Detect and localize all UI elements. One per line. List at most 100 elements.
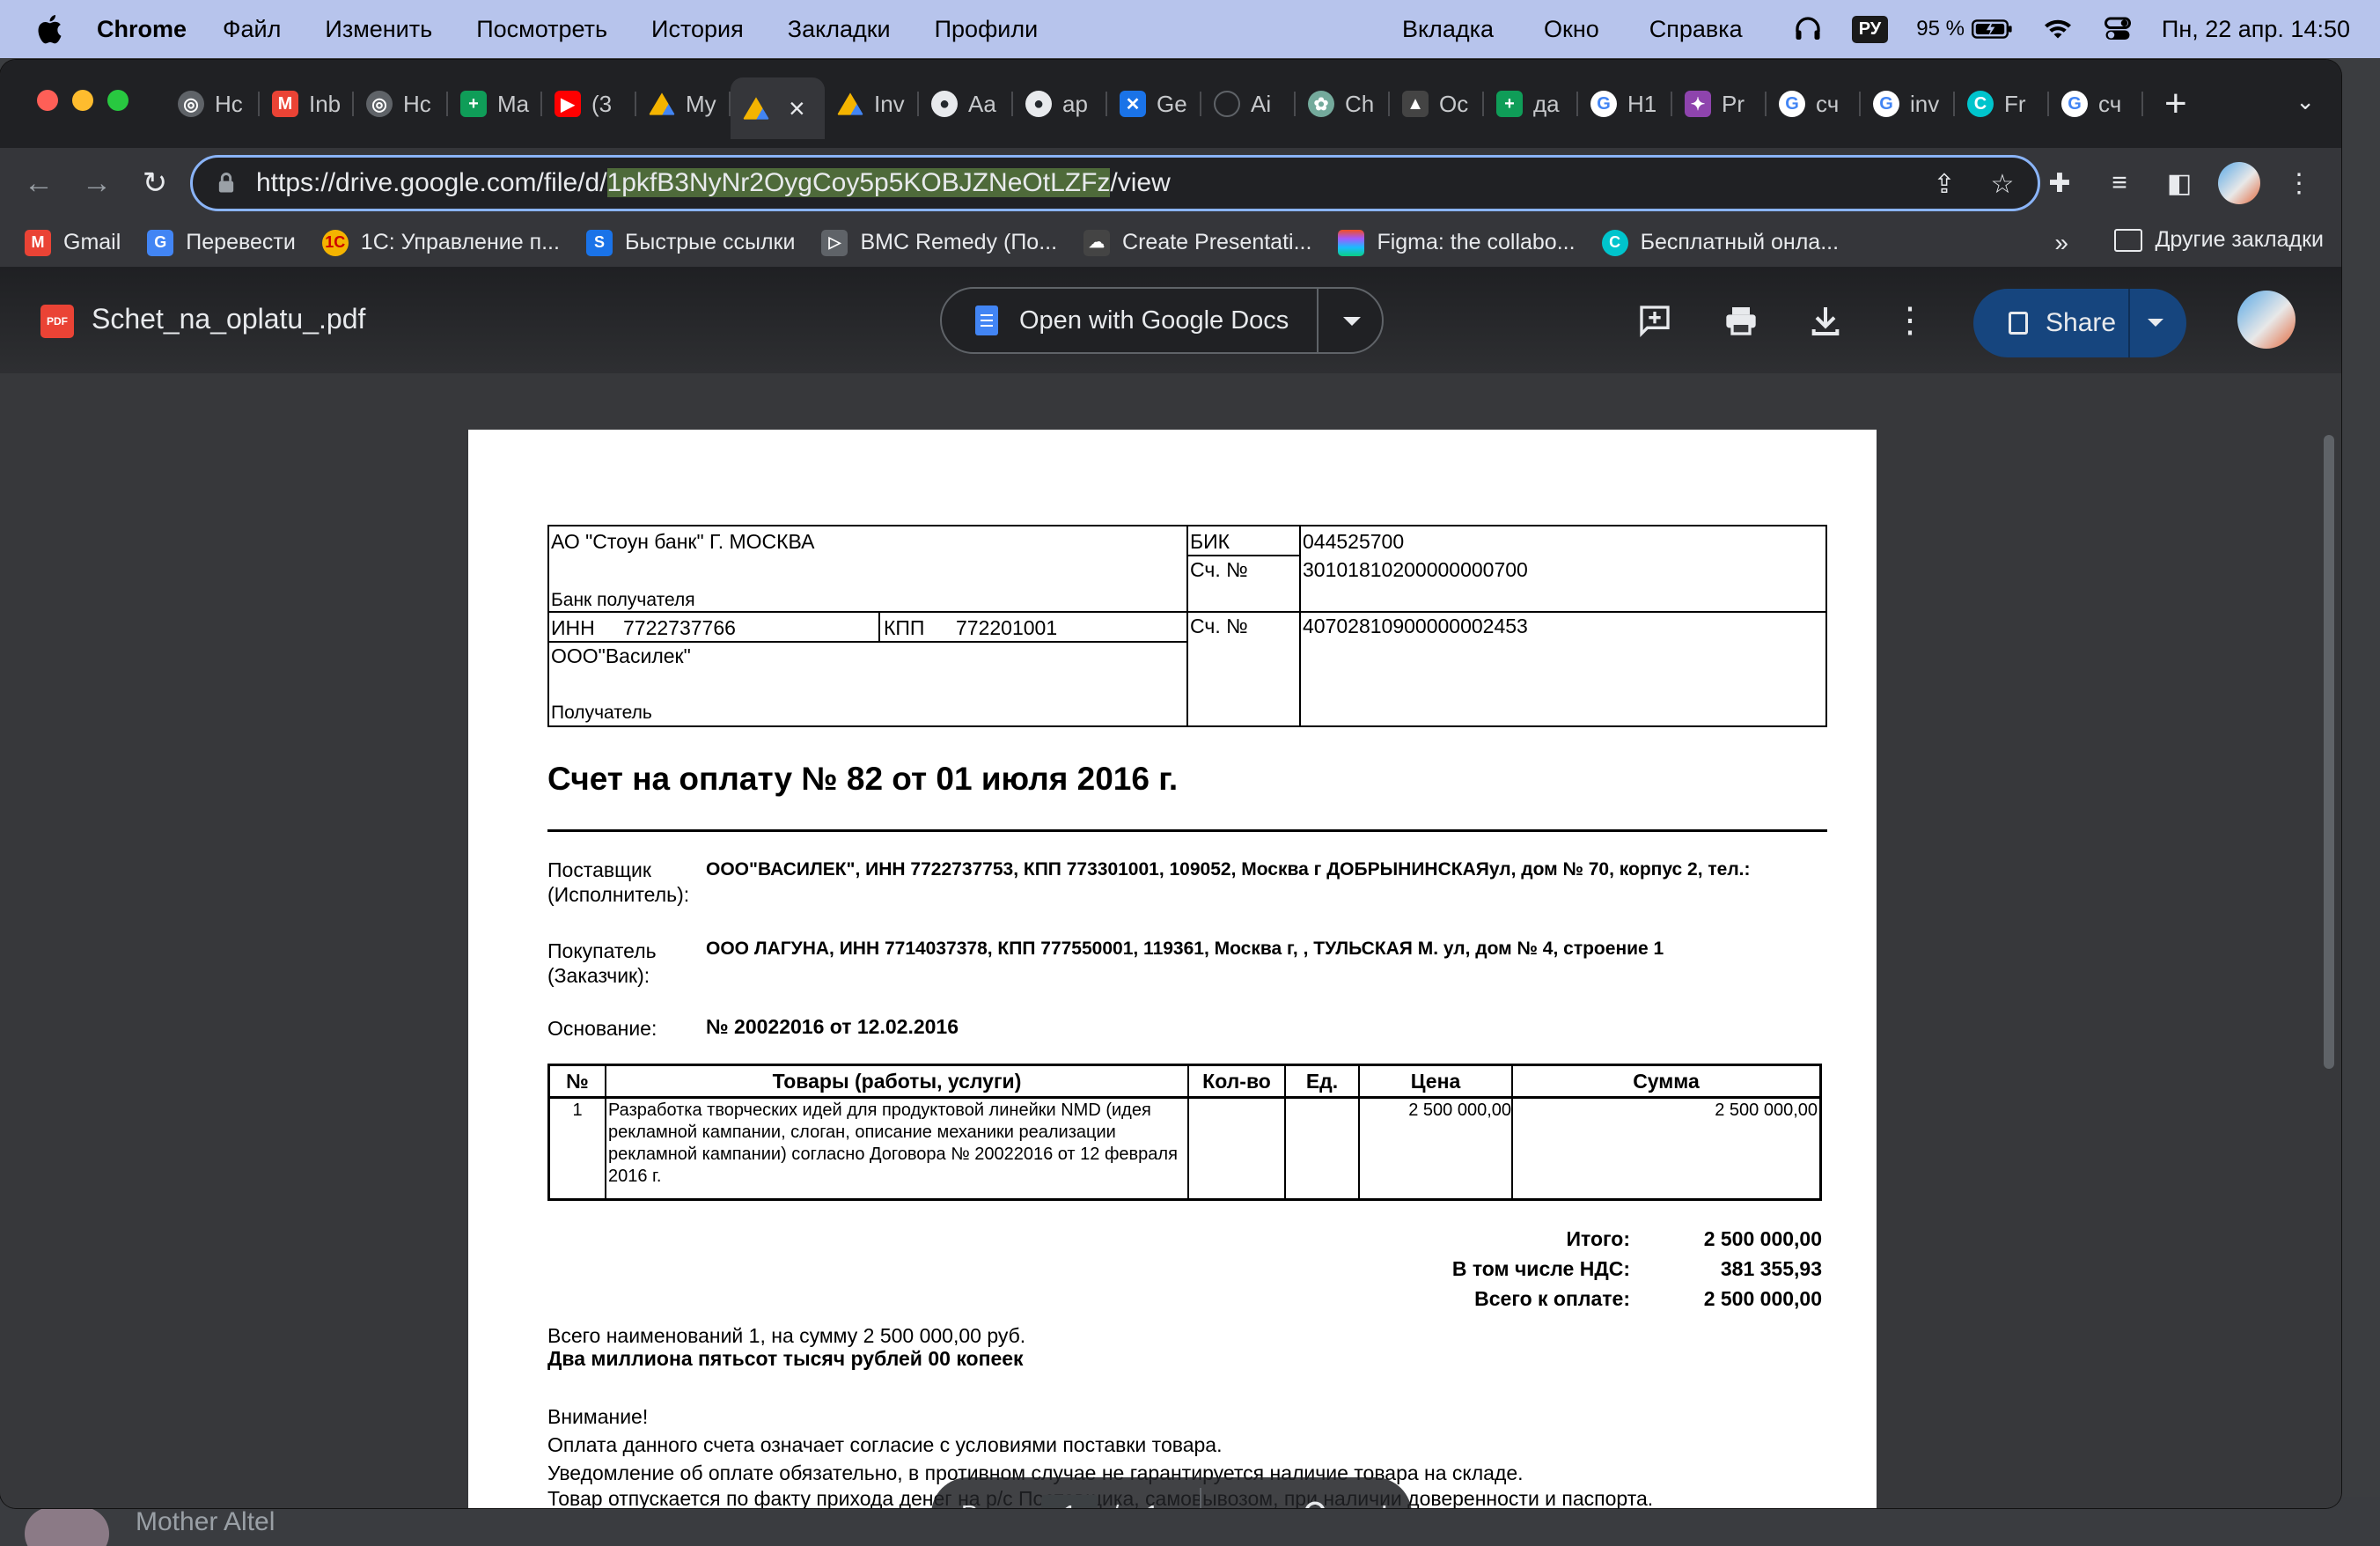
tab[interactable]: ● ap xyxy=(1013,77,1107,130)
bookmark-star-icon[interactable]: ☆ xyxy=(1985,166,2020,202)
background-avatar xyxy=(25,1507,109,1546)
tab[interactable]: + да xyxy=(1484,77,1578,130)
share-dropdown-caret-icon[interactable] xyxy=(2148,319,2163,327)
share-button[interactable]: Share xyxy=(1973,289,2186,357)
tab[interactable]: Inv xyxy=(825,77,919,130)
bookmark-label: Create Presentati... xyxy=(1122,230,1312,254)
tab[interactable]: Ginv xyxy=(1861,77,1955,130)
profile-button[interactable] xyxy=(2215,158,2264,208)
tab[interactable]: ✿ Ch xyxy=(1296,77,1390,130)
menu-edit[interactable]: Изменить xyxy=(325,16,432,43)
menu-view[interactable]: Посмотреть xyxy=(476,16,607,43)
tab[interactable]: Gсч xyxy=(1767,77,1861,130)
menu-clock[interactable]: Пн, 22 апр. 14:50 xyxy=(2162,16,2350,43)
address-url[interactable]: https://drive.google.com/file/d/1pkfB3Ny… xyxy=(256,168,1171,198)
row-sum: 2 500 000,00 xyxy=(1715,1101,1818,1120)
print-icon[interactable] xyxy=(1716,296,1766,345)
window-minimize-button[interactable] xyxy=(72,90,93,111)
input-source-badge[interactable]: РУ xyxy=(1851,15,1889,43)
tab[interactable]: ▶ (3 xyxy=(542,77,636,130)
headphones-icon[interactable] xyxy=(1792,13,1824,45)
tab-search-chevron-icon[interactable]: ⌄ xyxy=(2296,88,2315,115)
apple-icon[interactable] xyxy=(33,11,69,47)
tab[interactable]: C Fr xyxy=(1955,77,2049,130)
menu-tab[interactable]: Вкладка xyxy=(1402,16,1494,43)
chrome-menu-icon[interactable]: ⋮ xyxy=(2274,158,2324,208)
viewer-scrollbar[interactable] xyxy=(2324,435,2334,1069)
control-center-icon[interactable] xyxy=(2102,13,2134,45)
zoom-out-minus-icon[interactable]: − xyxy=(1233,1495,1268,1509)
extensions-puzzle-icon[interactable]: ✚ xyxy=(2035,158,2084,208)
download-icon[interactable] xyxy=(1801,296,1850,345)
bookmark-item[interactable]: ▷ BMC Remedy (По... xyxy=(821,229,1057,256)
media-controls-icon[interactable]: ≡ xyxy=(2095,158,2144,208)
tab[interactable]: ▲ Oc xyxy=(1390,77,1484,130)
bookmark-item[interactable]: C Бесплатный онла... xyxy=(1601,229,1840,256)
viewer-header: PDF Schet_na_oplatu_.pdf Open with Googl… xyxy=(0,268,2341,373)
reload-icon[interactable]: ↻ xyxy=(136,164,174,202)
account-avatar[interactable] xyxy=(2237,291,2296,349)
bookmark-label: Бесплатный онла... xyxy=(1640,230,1840,254)
tab[interactable]: Ai xyxy=(1201,77,1296,130)
tab[interactable]: M Inb xyxy=(260,77,354,130)
zoom-in-plus-icon[interactable]: + xyxy=(1367,1495,1402,1509)
window-close-button[interactable] xyxy=(37,90,58,111)
tab[interactable]: + Ma xyxy=(448,77,542,130)
bookmark-item[interactable]: 1С 1С: Управление п... xyxy=(321,229,560,256)
battery-percent: 95 % xyxy=(1916,17,1965,40)
tab[interactable]: My xyxy=(636,77,731,130)
total-value: 2 500 000,00 xyxy=(1703,1227,1822,1250)
tab[interactable]: G Н1 xyxy=(1578,77,1672,130)
menu-help[interactable]: Справка xyxy=(1649,16,1743,43)
attention-heading: Внимание! xyxy=(547,1405,649,1428)
menu-bookmarks[interactable]: Закладки xyxy=(788,16,891,43)
tab[interactable]: ✦ Pr xyxy=(1672,77,1767,130)
tab[interactable]: ◎ Hc xyxy=(354,77,448,130)
tab-close-icon[interactable]: × xyxy=(789,92,805,125)
google-docs-icon xyxy=(975,306,998,335)
new-tab-plus-icon[interactable]: + xyxy=(2164,77,2187,130)
bookmark-item[interactable]: Figma: the collabo... xyxy=(1338,229,1576,256)
background-contact-name: Mother Altel xyxy=(136,1507,275,1536)
wifi-icon[interactable] xyxy=(2042,13,2074,45)
tab[interactable]: ✕ Ge xyxy=(1107,77,1201,130)
col-header-unit: Ед. xyxy=(1305,1069,1339,1093)
share-page-icon[interactable]: ⇪ xyxy=(1927,166,1962,202)
tab[interactable]: Gсч xyxy=(2049,77,2143,130)
bookmarks-overflow-chevron-icon[interactable]: » xyxy=(2054,229,2068,257)
bookmark-item[interactable]: ☁ Create Presentati... xyxy=(1083,229,1312,256)
menu-app-name[interactable]: Chrome xyxy=(97,16,187,43)
kpp-value: 772201001 xyxy=(956,616,1058,639)
side-panel-icon[interactable]: ◧ xyxy=(2155,158,2204,208)
back-arrow-icon[interactable]: ← xyxy=(19,164,58,202)
open-with-dropdown-caret-icon[interactable] xyxy=(1343,317,1361,326)
menu-profiles[interactable]: Профили xyxy=(935,16,1039,43)
tab-active[interactable]: × xyxy=(731,77,825,139)
menu-file[interactable]: Файл xyxy=(223,16,281,43)
other-bookmarks-folder[interactable]: Другие закладки xyxy=(2114,227,2324,253)
tab-title: да xyxy=(1533,90,1560,117)
current-page-input[interactable]: 1 xyxy=(1041,1495,1098,1508)
open-with-google-docs-button[interactable]: Open with Google Docs xyxy=(940,287,1384,354)
menu-window[interactable]: Окно xyxy=(1544,16,1599,43)
forward-arrow-icon[interactable]: → xyxy=(77,164,116,202)
address-bar[interactable]: https://drive.google.com/file/d/1pkfB3Ny… xyxy=(190,155,2040,211)
tab[interactable]: ◎ Hc xyxy=(165,77,260,130)
site-info-lock-icon[interactable] xyxy=(214,171,239,195)
recipient-name: ООО"Василек" xyxy=(551,644,691,667)
bookmark-item[interactable]: S Быстрые ссылки xyxy=(585,229,795,256)
zoom-magnifier-icon[interactable] xyxy=(1300,1497,1335,1508)
tab-title: Hc xyxy=(215,90,243,117)
menu-history[interactable]: История xyxy=(651,16,744,43)
bookmark-item[interactable]: G Перевести xyxy=(147,229,296,256)
window-zoom-button[interactable] xyxy=(107,90,129,111)
table-hline xyxy=(550,1096,1819,1099)
vat-value: 381 355,93 xyxy=(1720,1257,1822,1280)
bookmark-item[interactable]: M Gmail xyxy=(25,229,121,256)
add-comment-icon[interactable] xyxy=(1630,296,1679,345)
drive-file-viewer: PDF Schet_na_oplatu_.pdf Open with Googl… xyxy=(0,268,2341,1508)
tab[interactable]: ● Aa xyxy=(919,77,1013,130)
tab-title: My xyxy=(686,90,716,117)
more-options-icon[interactable]: ⋮ xyxy=(1885,296,1935,345)
battery-status[interactable]: 95 % xyxy=(1916,17,2014,41)
